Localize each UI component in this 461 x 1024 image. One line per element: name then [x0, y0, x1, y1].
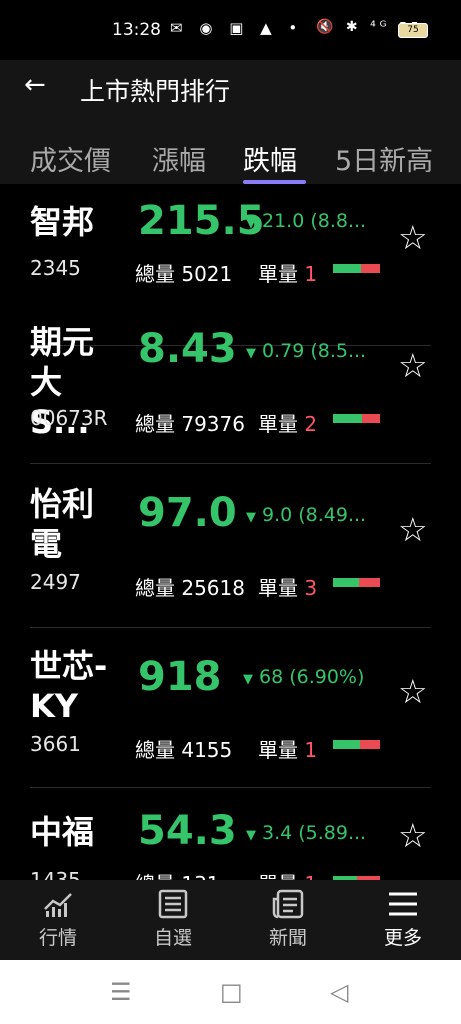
star-icon[interactable]: ☆: [398, 816, 428, 855]
stock-change: ▼ 68 (6.90%): [243, 666, 365, 688]
total-volume: 總量 5021: [135, 262, 233, 286]
list-item[interactable]: 期元大S... 00673R 8.43 ▼ 0.79 (8.5... 總量 793…: [0, 300, 461, 464]
nav-label: 行情: [38, 927, 77, 949]
nav-label: 自選: [153, 927, 192, 949]
down-triangle-icon: ▼: [243, 672, 253, 687]
stock-name: 智邦: [30, 203, 95, 241]
app-header: [0, 60, 461, 120]
stock-name: 中福: [30, 813, 95, 851]
news-icon: [248, 889, 328, 923]
notification-icons: ✉ ◉ ▣ ▲ •: [170, 19, 304, 37]
unit-volume: 單量 1: [258, 262, 318, 286]
system-nav-bar: ☰ □ ◁: [0, 960, 461, 1024]
down-triangle-icon: ▼: [246, 828, 256, 843]
home-icon[interactable]: □: [220, 978, 243, 1006]
total-volume: 總量 25618: [135, 576, 245, 600]
stock-name: 怡利電: [30, 485, 95, 563]
list-icon: [133, 889, 213, 923]
star-icon[interactable]: ☆: [398, 672, 428, 711]
total-volume: 總量 79376: [135, 412, 245, 436]
star-icon[interactable]: ☆: [398, 510, 428, 549]
total-volume: 總量 4155: [135, 738, 233, 762]
stock-code: 00673R: [30, 406, 108, 430]
nav-label: 更多: [383, 927, 422, 949]
stock-price: 54.3: [138, 808, 237, 854]
nav-more[interactable]: 更多: [363, 889, 443, 950]
down-triangle-icon: ▼: [246, 346, 256, 361]
unit-volume: 單量 2: [258, 412, 318, 436]
stock-change: ▼ 0.79 (8.5...: [246, 340, 367, 362]
tab-price[interactable]: 成交價: [30, 139, 111, 178]
list-item[interactable]: 世芯-KY 3661 918 ▼ 68 (6.90%) 總量 4155 單量 1 …: [0, 628, 461, 788]
stock-change: ▼ 9.0 (8.49...: [246, 504, 367, 526]
tab-5day-high[interactable]: 5日新高: [335, 139, 433, 178]
star-icon[interactable]: ☆: [398, 218, 428, 257]
buy-sell-bar: [333, 740, 380, 749]
chart-icon: [18, 889, 98, 923]
status-bar: 13:28 ✉ ◉ ▣ ▲ • 🔇 ✱ ⁴ᴳ ▮▮ 75: [0, 0, 461, 60]
down-triangle-icon: ▼: [246, 510, 256, 525]
tab-gainers[interactable]: 漲幅: [152, 139, 206, 178]
stock-code: 3661: [30, 732, 81, 756]
list-item[interactable]: 中福 1435 54.3 ▼3.4 (5.89... 總量 131 單量 1 ☆: [0, 788, 461, 880]
stock-code: 2497: [30, 570, 81, 594]
recent-apps-icon[interactable]: ☰: [110, 978, 132, 1006]
stock-change: ▼ 21.0 (8.8...: [246, 210, 367, 232]
stock-name: 世芯-KY: [30, 647, 108, 725]
stock-price: 918: [138, 654, 222, 700]
down-triangle-icon: ▼: [246, 216, 256, 231]
nav-label: 新聞: [268, 927, 307, 949]
battery-icon: 75: [398, 23, 428, 38]
stock-list[interactable]: 智邦 2345 215.5 ▼ 21.0 (8.8... 總量 5021 單量 1…: [0, 184, 461, 880]
stock-price: 97.0: [138, 490, 237, 536]
nav-quotes[interactable]: 行情: [18, 889, 98, 950]
buy-sell-bar: [333, 414, 380, 423]
buy-sell-bar: [333, 578, 380, 587]
stock-change: ▼ 3.4 (5.89...: [246, 822, 367, 844]
page-title: 上市熱門排行: [80, 77, 231, 106]
buy-sell-bar: [333, 264, 380, 273]
back-icon[interactable]: ◁: [330, 978, 348, 1006]
total-volume: 總量 131: [135, 868, 220, 880]
unit-volume: 單量 3: [258, 576, 318, 600]
menu-icon: [363, 889, 443, 923]
unit-volume: 單量 1: [258, 738, 318, 762]
stock-price: 8.43: [138, 326, 237, 372]
stock-code: 1435: [30, 868, 81, 880]
star-icon[interactable]: ☆: [398, 346, 428, 385]
nav-watchlist[interactable]: 自選: [133, 889, 213, 950]
unit-volume: 單量 1: [258, 868, 317, 880]
nav-news[interactable]: 新聞: [248, 889, 328, 950]
status-time: 13:28: [112, 20, 161, 40]
list-item[interactable]: 怡利電 2497 97.0 ▼ 9.0 (8.49... 總量 25618 單量 …: [0, 464, 461, 628]
tab-losers[interactable]: 跌幅: [243, 139, 297, 178]
stock-code: 2345: [30, 256, 81, 280]
back-arrow-icon[interactable]: ←: [24, 70, 46, 100]
